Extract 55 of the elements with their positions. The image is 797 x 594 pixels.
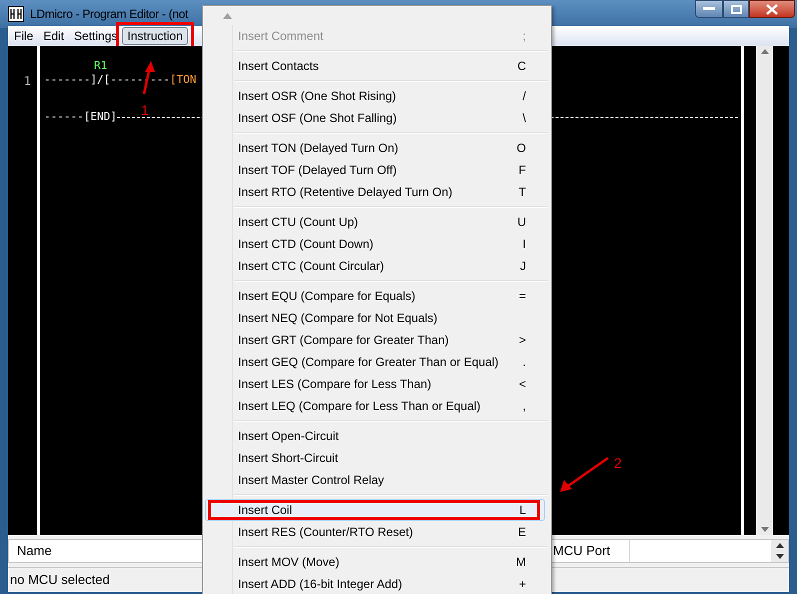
shortcut-key: J (520, 257, 526, 275)
shortcut-key: . (522, 353, 526, 371)
status-text: no MCU selected (10, 570, 110, 589)
shortcut-key: / (522, 87, 526, 105)
menu-item[interactable]: Settings (69, 27, 122, 45)
shortcut-key: = (518, 287, 526, 305)
menu-item[interactable]: Edit (38, 27, 70, 45)
menu-option[interactable]: Insert RTO (Retentive Delayed Turn On) T (205, 181, 545, 203)
shortcut-key: M (516, 553, 526, 571)
menu-item[interactable]: Instruction (122, 27, 188, 45)
shortcut-key: U (517, 213, 526, 231)
menu-option[interactable]: Insert Coil L (205, 499, 545, 521)
shortcut-key: E (518, 523, 526, 541)
column-header[interactable]: Name (17, 541, 52, 561)
timer-element: [TON (170, 72, 196, 86)
rung-label: R1 (94, 59, 108, 72)
shortcut-key: \ (522, 109, 526, 127)
shortcut-key: < (518, 375, 526, 393)
menu-option[interactable]: Insert NEQ (Compare for Not Equals) (205, 307, 545, 329)
menu-option[interactable]: Insert CTU (Count Up) U (205, 211, 545, 233)
rung-number: 1 (24, 73, 31, 86)
menu-option[interactable]: Insert Short-Circuit (205, 447, 545, 469)
menu-option[interactable]: Insert EQU (Compare for Equals) = (205, 285, 545, 307)
menu-option[interactable]: Insert RES (Counter/RTO Reset) E (205, 521, 545, 543)
menu-option[interactable]: Insert TOF (Delayed Turn Off) F (205, 159, 545, 181)
annotation-label: 2 (614, 454, 622, 473)
menu-option[interactable]: Insert TON (Delayed Turn On) O (205, 137, 545, 159)
menu-option[interactable]: Insert GEQ (Compare for Greater Than or Equal) . (205, 351, 545, 373)
shortcut-key: L (519, 501, 526, 519)
menu-option[interactable]: Insert Contacts C (205, 55, 545, 77)
menu-option[interactable]: Insert CTC (Count Circular) J (205, 255, 545, 277)
end-element: ------[END] (44, 108, 117, 125)
annotation-label: 1 (141, 101, 149, 120)
shortcut-key: , (522, 397, 526, 415)
menu-option[interactable]: Insert GRT (Compare for Greater Than) > (205, 329, 545, 351)
window-title: LDmicro - Program Editor - (not (30, 6, 188, 23)
shortcut-key: C (517, 57, 526, 75)
menu-option[interactable]: Insert CTD (Count Down) I (205, 233, 545, 255)
menu-option[interactable]: Insert LEQ (Compare for Less Than or Equal) , (205, 395, 545, 417)
menu-item[interactable]: File (9, 27, 38, 45)
menu-option[interactable]: Insert Master Control Relay (205, 469, 545, 491)
shortcut-key: F (518, 161, 526, 179)
menu-option[interactable]: Insert Open-Circuit (205, 425, 545, 447)
menu-option[interactable]: Insert MOV (Move) M (205, 551, 545, 573)
shortcut-key: I (522, 235, 526, 253)
menu-option[interactable]: Insert OSR (One Shot Rising) / (205, 85, 545, 107)
column-header[interactable]: MCU Port (553, 541, 610, 561)
shortcut-key: + (518, 575, 526, 593)
menu-option[interactable]: Insert ADD (16-bit Integer Add) + (205, 573, 545, 594)
shortcut-key: O (516, 139, 526, 157)
shortcut-key: > (518, 331, 526, 349)
shortcut-key: ; (522, 27, 526, 45)
menu-option[interactable]: Insert OSF (One Shot Falling) \ (205, 107, 545, 129)
menu-option[interactable]: Insert LES (Compare for Less Than) < (205, 373, 545, 395)
shortcut-key: T (518, 183, 526, 201)
